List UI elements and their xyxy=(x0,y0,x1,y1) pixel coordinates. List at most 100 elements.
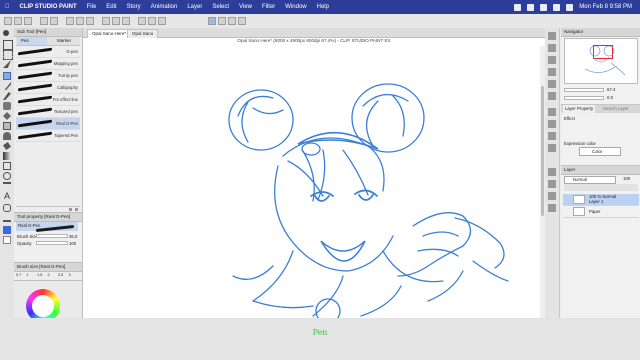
scrollbar-thumb[interactable] xyxy=(541,86,544,216)
panel-icon[interactable] xyxy=(548,204,556,212)
menu-help[interactable]: Help xyxy=(312,4,334,10)
menu-edit[interactable]: Edit xyxy=(101,4,121,10)
clock[interactable]: Mon Feb 8 9:58 PM xyxy=(579,4,632,10)
brush-size-value[interactable]: 36.0 xyxy=(69,234,77,239)
panel-icon[interactable] xyxy=(548,44,556,52)
tab-marker[interactable]: Marker xyxy=(49,37,79,45)
grid-icon[interactable] xyxy=(158,17,166,25)
opacity-slider[interactable] xyxy=(36,241,68,245)
status-icon[interactable] xyxy=(540,3,548,11)
crop-icon[interactable] xyxy=(122,17,130,25)
doc-tab[interactable]: Opal Sano xyxy=(127,29,159,38)
mode-icon[interactable] xyxy=(208,17,216,25)
sub-color-swatch[interactable] xyxy=(3,236,11,244)
navigator-preview[interactable] xyxy=(564,38,638,84)
mode-icon[interactable] xyxy=(228,17,236,25)
eyedropper-tool-icon[interactable] xyxy=(3,60,11,68)
pencil-tool-icon[interactable] xyxy=(4,82,11,90)
menu-filter[interactable]: Filter xyxy=(257,4,280,10)
decoration-tool-icon[interactable] xyxy=(3,112,11,120)
menu-story[interactable]: Story xyxy=(122,4,146,10)
brush-item[interactable]: Tapered Pen xyxy=(16,130,80,142)
save-icon[interactable] xyxy=(24,17,32,25)
brush-item[interactable]: Textured pen xyxy=(16,106,80,118)
brush-size-preset[interactable]: 0.7 xyxy=(16,273,21,277)
brush-size-preset[interactable]: 3 xyxy=(69,273,71,277)
brush-tool-icon[interactable] xyxy=(3,92,11,100)
blend-tool-icon[interactable] xyxy=(3,132,11,140)
clear-icon[interactable] xyxy=(66,17,74,25)
brush-item[interactable]: Calligraphy xyxy=(16,82,80,94)
panel-icon[interactable] xyxy=(548,144,556,152)
move-tool-icon[interactable] xyxy=(3,40,13,50)
rotate-value[interactable]: 0.0 xyxy=(607,95,613,100)
blend-mode-select[interactable]: Normal xyxy=(564,176,616,184)
menu-view[interactable]: View xyxy=(234,4,257,10)
apple-icon[interactable]:  xyxy=(0,4,15,10)
zoom-value[interactable]: 67.4 xyxy=(607,87,615,92)
canvas-area[interactable]: Opal Sano Here* Opal Sano Opal Sano Here… xyxy=(83,28,545,318)
color-square[interactable] xyxy=(32,295,54,317)
brush-item[interactable]: G-pen xyxy=(16,46,80,58)
layer-opacity-value[interactable]: 100 xyxy=(623,176,630,181)
search-icon[interactable] xyxy=(566,3,574,11)
figure-tool-icon[interactable] xyxy=(3,162,11,170)
rotate-slider[interactable] xyxy=(564,96,604,100)
gradient-tool-icon[interactable] xyxy=(3,152,11,160)
brush-size-preset[interactable]: 2 xyxy=(48,273,50,277)
line-tool-icon[interactable] xyxy=(3,214,11,222)
transform-icon[interactable] xyxy=(86,17,94,25)
ruler-tool-icon[interactable] xyxy=(3,182,11,190)
brush-size-preset[interactable]: 1 xyxy=(27,273,29,277)
tab-pen[interactable]: Pen xyxy=(17,37,47,45)
menu-layer[interactable]: Layer xyxy=(182,4,207,10)
mode-icon[interactable] xyxy=(238,17,246,25)
menu-app-name[interactable]: CLIP STUDIO PAINT xyxy=(15,4,82,10)
panel-icon[interactable] xyxy=(548,192,556,200)
fill-icon[interactable] xyxy=(76,17,84,25)
zoom-tool-icon[interactable] xyxy=(3,30,9,36)
ruler-icon[interactable] xyxy=(148,17,156,25)
tab-search-layer[interactable]: Search Layer xyxy=(603,105,629,113)
brush-size-preset[interactable]: 1.5 xyxy=(37,273,42,277)
layer-row[interactable]: 100 % Normal Layer 1 xyxy=(563,194,639,206)
brush-item[interactable]: Mapping pen xyxy=(16,58,80,70)
pen-tool-icon[interactable] xyxy=(3,72,11,80)
invert-icon[interactable] xyxy=(112,17,120,25)
layer-row[interactable]: Paper xyxy=(563,206,639,218)
undo-icon[interactable] xyxy=(40,17,48,25)
panel-icon[interactable] xyxy=(548,168,556,176)
menu-animation[interactable]: Animation xyxy=(146,4,183,10)
balloon-tool-icon[interactable] xyxy=(3,204,11,212)
doc-tab-active[interactable]: Opal Sano Here* xyxy=(87,29,132,38)
menu-file[interactable]: File xyxy=(82,4,102,10)
copy-icon[interactable] xyxy=(69,208,72,211)
expression-color-select[interactable]: Color xyxy=(579,147,621,156)
brush-item[interactable]: For effect line xyxy=(16,94,80,106)
panel-icon[interactable] xyxy=(548,56,556,64)
redo-icon[interactable] xyxy=(50,17,58,25)
panel-icon[interactable] xyxy=(548,80,556,88)
panel-icon[interactable] xyxy=(548,108,556,116)
brush-size-preset[interactable]: 2.5 xyxy=(58,273,63,277)
opacity-value[interactable]: 100 xyxy=(69,241,76,246)
snap-icon[interactable] xyxy=(138,17,146,25)
navigator-icon[interactable] xyxy=(548,32,556,40)
eraser-tool-icon[interactable] xyxy=(3,122,11,130)
panel-icon[interactable] xyxy=(548,132,556,140)
status-icon[interactable] xyxy=(527,3,535,11)
panel-icon[interactable] xyxy=(548,180,556,188)
brush-size-slider[interactable] xyxy=(36,234,68,238)
delete-icon[interactable] xyxy=(75,208,78,211)
panel-icon[interactable] xyxy=(548,68,556,76)
wifi-icon[interactable] xyxy=(553,3,561,11)
main-color-swatch[interactable] xyxy=(3,226,11,234)
text-tool-icon[interactable]: A xyxy=(3,192,11,201)
panel-icon[interactable] xyxy=(548,120,556,128)
brush-item[interactable]: Real G-Pen xyxy=(16,118,80,130)
deselect-icon[interactable] xyxy=(102,17,110,25)
frame-tool-icon[interactable] xyxy=(3,172,11,180)
tab-layer-property[interactable]: Layer Property xyxy=(563,105,596,113)
brush-item[interactable]: Turnip pen xyxy=(16,70,80,82)
panel-icon[interactable] xyxy=(548,92,556,100)
